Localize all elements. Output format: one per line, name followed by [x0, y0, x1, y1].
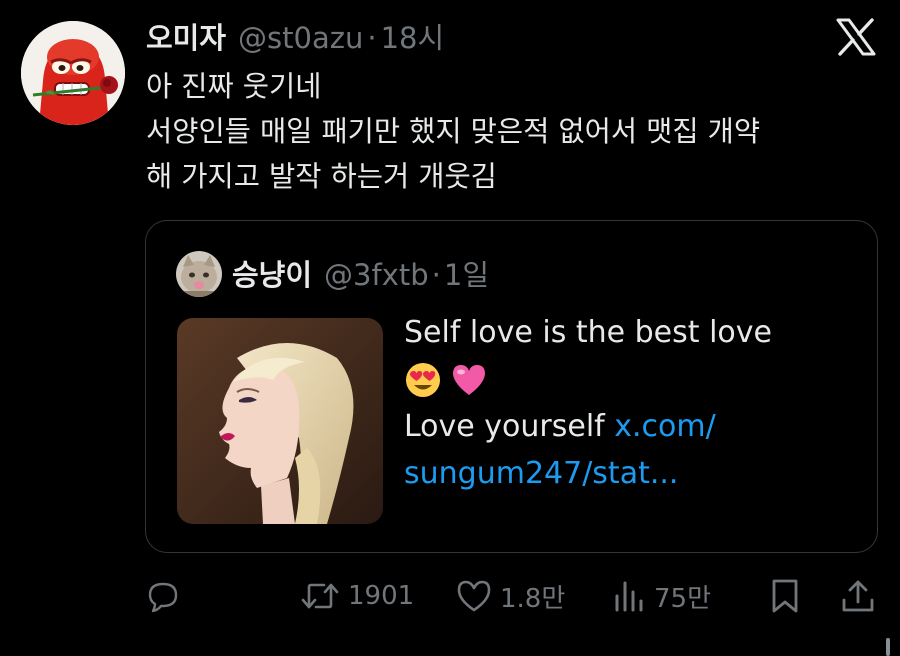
quoted-link-continued[interactable]: sungum247/stat...	[404, 450, 854, 497]
author-avatar-image	[21, 21, 125, 125]
views-icon	[615, 581, 643, 612]
views-button[interactable]: 75만	[612, 572, 711, 620]
bookmark-icon	[772, 579, 798, 613]
bookmark-button[interactable]	[770, 572, 800, 620]
retweet-count: 1901	[348, 581, 415, 611]
retweet-button[interactable]: 1901	[300, 572, 414, 620]
quoted-author-avatar[interactable]	[176, 251, 222, 297]
tweet-text: 아 진짜 웃기네 서양인들 매일 패기만 했지 맞은적 없어서 맷집 개약 해 …	[146, 64, 876, 199]
reply-button[interactable]	[146, 572, 188, 620]
pink-heart-emoji-icon	[453, 364, 485, 395]
reply-icon	[148, 582, 178, 613]
tweet-action-bar: 1901 1.8만 75만	[0, 572, 900, 620]
quoted-emoji-row	[404, 356, 854, 403]
x-logo-icon[interactable]	[836, 18, 876, 56]
header-separator: ·	[367, 21, 377, 55]
quoted-timestamp[interactable]: 1일	[444, 253, 489, 297]
tweet-text-line: 아 진짜 웃기네	[146, 70, 322, 103]
quoted-tweet-text: Self love is the best love Love yourself…	[404, 309, 854, 497]
quoted-link[interactable]: x.com/	[614, 409, 715, 444]
retweet-icon	[301, 583, 339, 609]
heart-icon	[457, 580, 491, 612]
quoted-header-separator: ·	[431, 258, 441, 292]
tweet-text-line: 해 가지고 발작 하는거 개웃김	[146, 160, 497, 193]
tweet-timestamp[interactable]: 18시	[381, 18, 445, 58]
share-icon	[842, 580, 874, 612]
author-handle[interactable]: @st0azu	[238, 18, 363, 58]
quoted-text-line-with-link: Love yourself x.com/	[404, 403, 854, 450]
quoted-display-name[interactable]: 승냥이	[232, 253, 312, 297]
tweet-text-line: 서양인들 매일 패기만 했지 맞은적 없어서 맷집 개약	[146, 115, 761, 148]
author-avatar[interactable]	[21, 21, 125, 125]
quoted-media-thumbnail[interactable]	[177, 318, 383, 524]
quoted-text-line: Self love is the best love	[404, 315, 772, 350]
quoted-text-prefix: Love yourself	[404, 409, 615, 444]
quoted-tweet-card[interactable]: 승냥이 @3fxtb · 1일 Self love is the best lo…	[145, 220, 878, 553]
author-display-name[interactable]: 오미자	[146, 18, 226, 58]
heart-eyes-emoji-icon	[406, 362, 440, 397]
scroll-indicator	[886, 638, 890, 656]
views-count: 75만	[654, 583, 712, 614]
like-count: 1.8만	[500, 583, 566, 614]
tweet-header: 오미자 @st0azu · 18시	[146, 18, 444, 58]
quoted-avatar-image	[176, 251, 222, 297]
quoted-tweet-header: 승냥이 @3fxtb · 1일	[232, 253, 489, 297]
like-button[interactable]: 1.8만	[456, 572, 565, 620]
share-button[interactable]	[840, 572, 876, 620]
quoted-handle[interactable]: @3fxtb	[324, 253, 429, 297]
